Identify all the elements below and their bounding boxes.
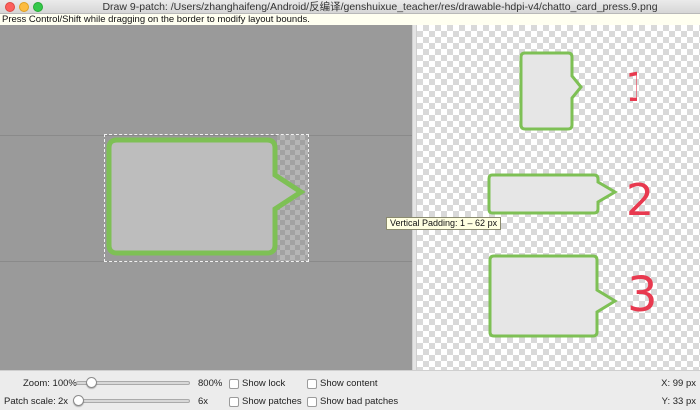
preview-bubble-3 [488, 254, 618, 338]
show-content-label[interactable]: Show content [320, 378, 378, 390]
show-bad-patches-label[interactable]: Show bad patches [320, 396, 398, 408]
annotation-1: 1 [625, 65, 637, 105]
control-bar: Zoom: 100% 800% Patch scale: 2x 6x Show … [0, 370, 700, 410]
cursor-y-readout: Y: 33 px [661, 396, 696, 407]
patch-scale-label: Patch scale: [4, 396, 56, 407]
annotation-3-label: 3 [627, 267, 658, 317]
preview-bubble-2 [487, 173, 618, 215]
zoom-slider-thumb[interactable] [86, 377, 97, 388]
hint-bar: Press Control/Shift while dragging on th… [0, 14, 700, 25]
patch-scale-slider[interactable] [73, 395, 190, 406]
annotation-2-label: 2 [626, 175, 654, 219]
stretch-preview-panel: 1 2 3 [417, 25, 700, 370]
show-patches-label[interactable]: Show patches [242, 396, 302, 408]
window-title: Draw 9-patch: /Users/zhanghaifeng/Androi… [102, 1, 658, 13]
patch-scale-min-label: 2x [58, 396, 69, 407]
cursor-x-readout: X: 99 px [661, 378, 696, 389]
zoom-max-label: 800% [198, 378, 223, 389]
nine-patch-image[interactable] [104, 134, 309, 262]
show-content-checkbox[interactable] [307, 379, 317, 389]
annotation-1-label: 1 [625, 65, 637, 105]
annotation-3: 3 [627, 267, 658, 317]
patch-editor-canvas[interactable] [0, 25, 412, 370]
preview-bubble-1 [519, 51, 583, 131]
annotation-2: 2 [626, 175, 654, 219]
show-patches-checkbox[interactable] [229, 397, 239, 407]
patch-scale-slider-thumb[interactable] [73, 395, 84, 406]
zoom-label: Zoom: 100% [23, 378, 77, 389]
show-lock-label[interactable]: Show lock [242, 378, 285, 390]
padding-tooltip: Vertical Padding: 1 – 62 px [386, 217, 502, 230]
zoom-slider[interactable] [76, 377, 190, 388]
speech-bubble-graphic [106, 135, 308, 261]
title-bar: Draw 9-patch: /Users/zhanghaifeng/Androi… [0, 0, 700, 14]
show-bad-patches-checkbox[interactable] [307, 397, 317, 407]
show-lock-checkbox[interactable] [229, 379, 239, 389]
patch-scale-max-label: 6x [198, 396, 209, 407]
